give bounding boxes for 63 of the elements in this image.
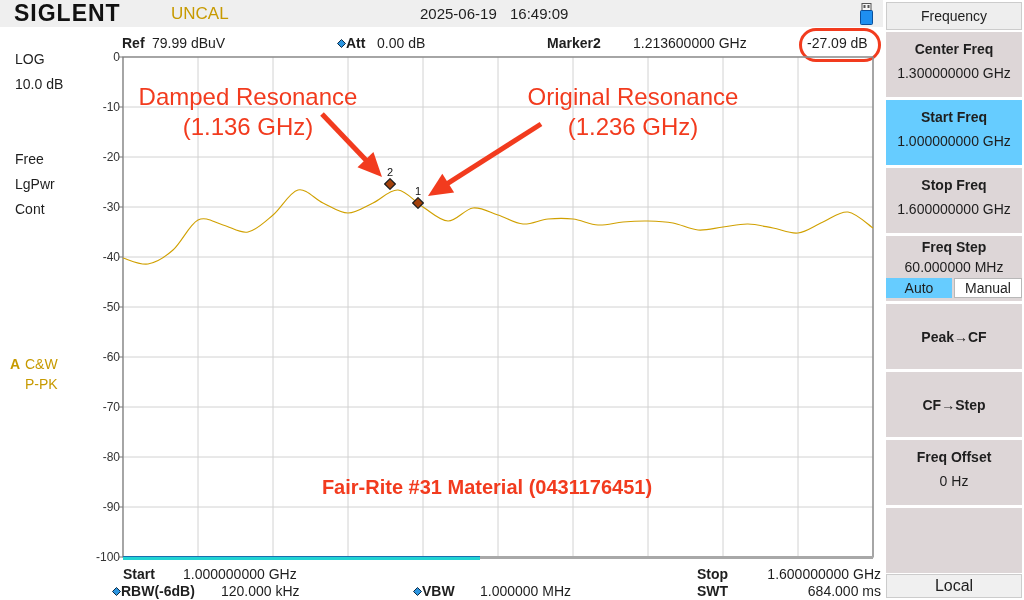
status-text: LgPwr xyxy=(15,175,55,194)
diamond-icon xyxy=(337,38,346,48)
marker-frequency: 1.213600000 GHz xyxy=(633,35,748,51)
softkey[interactable]: Freq Offset 0 Hz xyxy=(886,440,1022,505)
softkey[interactable]: Freq Step 60.000000 MHz Auto Manual xyxy=(886,236,1022,301)
status-text: Cont xyxy=(15,200,45,219)
readout-value: 0.00 dB xyxy=(377,35,426,51)
marker-reading: -27.09 dB xyxy=(807,35,868,51)
trace-name: A xyxy=(10,354,22,374)
axis-tick-label: -100 xyxy=(95,550,120,561)
readout-value: 79.99 dBuV xyxy=(152,35,226,51)
softkey[interactable]: Peak→CF xyxy=(886,304,1022,369)
softkey[interactable]: Center Freq 1.300000000 GHz xyxy=(886,32,1022,97)
diamond-icon xyxy=(112,587,121,596)
readout-label: RBW(-6dB) xyxy=(121,583,196,600)
axis-tick-label: -50 xyxy=(102,300,120,314)
trace-mode: P-PK xyxy=(25,374,58,394)
marker-number: 2 xyxy=(385,166,395,178)
readout-value: 1.000000 MHz xyxy=(480,583,573,600)
readout-label: Stop xyxy=(697,566,730,583)
toggle-option[interactable]: Auto xyxy=(886,278,952,298)
axis-tick-label: -70 xyxy=(102,400,120,414)
axis-tick-label: 0 xyxy=(113,51,120,64)
annotation-arrow xyxy=(320,112,382,177)
axis-tick-label: -10 xyxy=(102,100,120,114)
status-text: LOG xyxy=(15,50,45,69)
readout-label: VBW xyxy=(422,583,456,600)
marker-number: 1 xyxy=(413,185,423,197)
marker-icon xyxy=(412,197,424,209)
softkey[interactable]: Stop Freq 1.600000000 GHz xyxy=(886,168,1022,233)
toggle-option[interactable]: Manual xyxy=(954,278,1022,298)
axis-tick-label: -60 xyxy=(102,350,120,364)
readout-value: 1.600000000 GHz xyxy=(767,566,882,583)
caption-text: Fair-Rite #31 Material (0431176451) xyxy=(320,475,654,499)
callout-label: Original Resonance (1.236 GHz) xyxy=(526,82,740,142)
softkey[interactable]: CF→Step xyxy=(886,372,1022,437)
axis-tick-label: -40 xyxy=(102,250,120,264)
status-text: 10.0 dB xyxy=(15,75,64,94)
marker-icon xyxy=(384,178,396,190)
readout-label: Att xyxy=(346,35,367,51)
readout-label: SWT xyxy=(697,583,730,600)
local-button[interactable]: Local xyxy=(886,574,1022,598)
date-text: 2025-06-19 xyxy=(420,4,498,24)
axis-tick-label: -20 xyxy=(102,150,120,164)
marker-label: Marker2 xyxy=(547,35,602,51)
axis-tick-label: -90 xyxy=(102,500,120,514)
axis-tick-label: -80 xyxy=(102,450,120,464)
readout-label: Ref xyxy=(122,35,146,51)
time-text: 16:49:09 xyxy=(510,4,569,24)
readout-value: 120.000 kHz xyxy=(221,583,301,600)
readout-label: Start xyxy=(123,566,156,583)
blank-softkey[interactable] xyxy=(886,508,1022,573)
softkey[interactable]: Start Freq 1.000000000 GHz xyxy=(886,100,1022,165)
menu-title: Frequency xyxy=(886,2,1022,30)
readout-value: 684.000 ms xyxy=(806,583,882,600)
readout-value: 1.000000000 GHz xyxy=(183,566,298,583)
axis-tick-label: -30 xyxy=(102,200,120,214)
trace-mode: C&W xyxy=(25,354,58,374)
uncal-indicator: UNCAL xyxy=(171,3,230,25)
status-text: Free xyxy=(15,150,44,169)
diamond-icon xyxy=(413,587,422,596)
callout-label: Damped Resonance (1.136 GHz) xyxy=(137,82,359,142)
brand-logo: SIGLENT xyxy=(14,0,122,27)
